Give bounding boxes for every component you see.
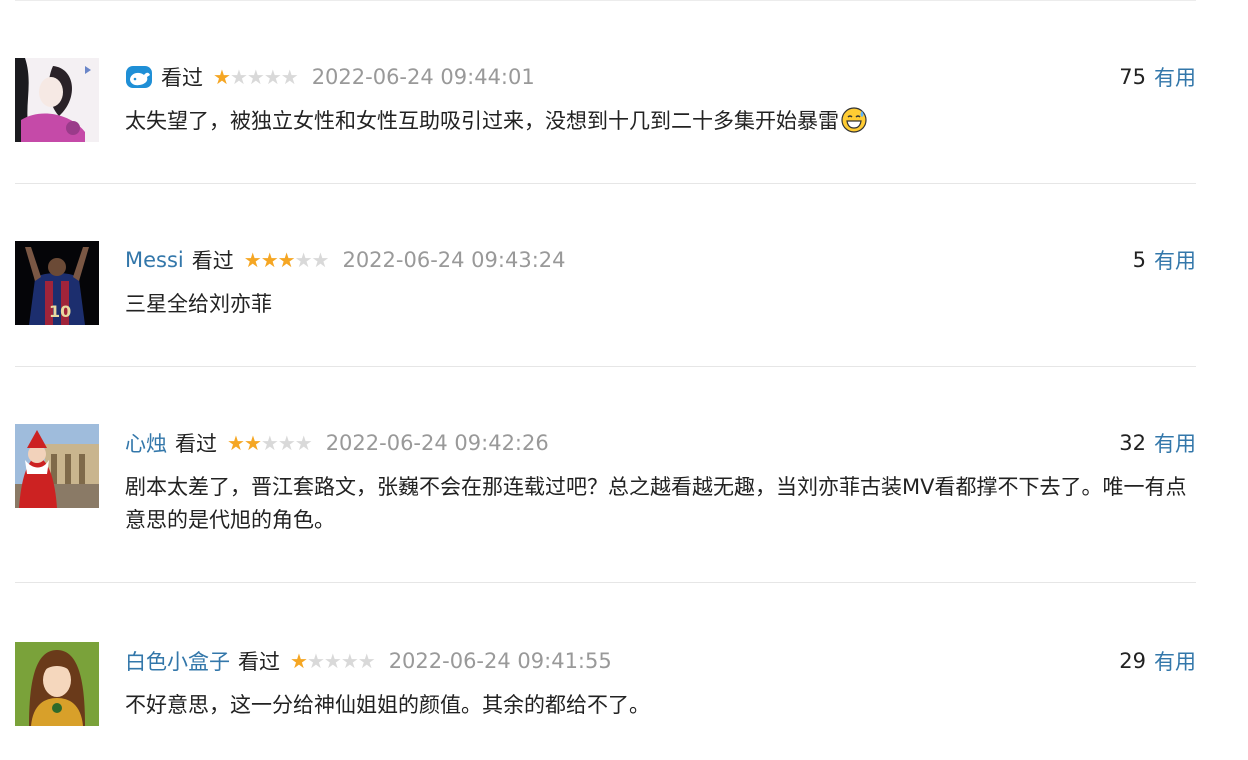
star-empty-icon: ★ <box>263 65 282 89</box>
star-filled-icon: ★ <box>243 248 262 272</box>
star-filled-icon: ★ <box>260 248 279 272</box>
star-empty-icon: ★ <box>311 248 330 272</box>
comment-time: 2022-06-24 09:44:01 <box>311 65 535 89</box>
comment-text: 不好意思，这一分给神仙姐姐的颜值。其余的都给不了。 <box>125 693 650 717</box>
comment-text: 太失望了，被独立女性和女性互助吸引过来，没想到十几到二十多集开始暴雷 <box>125 105 1195 138</box>
avatar[interactable]: 10 <box>15 241 99 325</box>
username-link[interactable]: Messi <box>125 248 184 272</box>
avatar[interactable] <box>15 424 99 508</box>
watched-label: 看过 <box>238 650 280 674</box>
star-empty-icon: ★ <box>323 649 342 673</box>
rating-stars: ★ ★ ★ ★ ★ <box>227 431 313 455</box>
comment-text: 三星全给刘亦菲 <box>125 292 272 316</box>
star-filled-icon: ★ <box>277 248 296 272</box>
useful-button[interactable]: 有用 <box>1154 245 1196 275</box>
vote-count: 32 <box>1119 431 1146 455</box>
username-link[interactable]: 心烛 <box>125 428 167 458</box>
star-empty-icon: ★ <box>294 248 313 272</box>
comment-time: 2022-06-24 09:42:26 <box>325 431 549 455</box>
comment-time: 2022-06-24 09:41:55 <box>388 649 612 673</box>
vote-count: 5 <box>1132 248 1146 272</box>
useful-button[interactable]: 有用 <box>1154 646 1196 676</box>
star-empty-icon: ★ <box>229 65 248 89</box>
comment-text-body: 太失望了，被独立女性和女性互助吸引过来，没想到十几到二十多集开始暴雷 <box>125 109 839 133</box>
useful-button[interactable]: 有用 <box>1154 62 1196 92</box>
star-empty-icon: ★ <box>357 649 376 673</box>
watched-label: 看过 <box>161 66 203 90</box>
comment-divider <box>15 183 1196 184</box>
comment-item: 心烛 看过 ★ ★ ★ ★ ★ 2022-06-24 09:42:26 32 有用 剧本… <box>15 424 1196 544</box>
star-filled-icon: ★ <box>243 431 262 455</box>
rating-stars: ★ ★ ★ ★ ★ <box>290 649 376 673</box>
svg-text:10: 10 <box>49 302 71 321</box>
comment-divider <box>15 582 1196 583</box>
comment-item: 10 Messi 看过 ★ ★ ★ ★ ★ 2022-06-24 09:43:24 5 … <box>15 241 1196 331</box>
watched-label: 看过 <box>191 249 234 273</box>
comment-divider <box>15 366 1196 367</box>
grinning-sweat-emoji <box>841 107 867 133</box>
comment-text: 剧本太差了，晋江套路文，张巍不会在那连载过吧？总之越看越无趣，当刘亦菲古装MV看… <box>125 475 1187 532</box>
star-empty-icon: ★ <box>294 431 313 455</box>
comment-item: 看过 ★ ★ ★ ★ ★ 2022-06-24 09:44:01 75 有用 太失望了，… <box>15 58 1196 148</box>
star-empty-icon: ★ <box>260 431 279 455</box>
comment-item: 白色小盒子 看过 ★ ★ ★ ★ ★ 2022-06-24 09:41:55 29 有用… <box>15 642 1196 732</box>
vote-count: 29 <box>1119 649 1146 673</box>
watched-label: 看过 <box>175 432 217 456</box>
whale-icon <box>126 66 152 88</box>
star-filled-icon: ★ <box>213 65 231 89</box>
top-divider <box>15 0 1196 1</box>
star-empty-icon: ★ <box>280 65 299 89</box>
comment-time: 2022-06-24 09:43:24 <box>342 248 566 272</box>
star-empty-icon: ★ <box>306 649 325 673</box>
rating-stars: ★ ★ ★ ★ ★ <box>243 248 330 272</box>
useful-button[interactable]: 有用 <box>1154 428 1196 458</box>
rating-stars: ★ ★ ★ ★ ★ <box>213 65 299 89</box>
star-filled-icon: ★ <box>227 431 245 455</box>
avatar[interactable] <box>15 642 99 726</box>
star-empty-icon: ★ <box>277 431 296 455</box>
vote-count: 75 <box>1119 65 1146 89</box>
username-link[interactable]: 白色小盒子 <box>125 646 230 676</box>
star-empty-icon: ★ <box>246 65 265 89</box>
star-filled-icon: ★ <box>290 649 308 673</box>
avatar[interactable] <box>15 58 99 142</box>
star-empty-icon: ★ <box>340 649 359 673</box>
